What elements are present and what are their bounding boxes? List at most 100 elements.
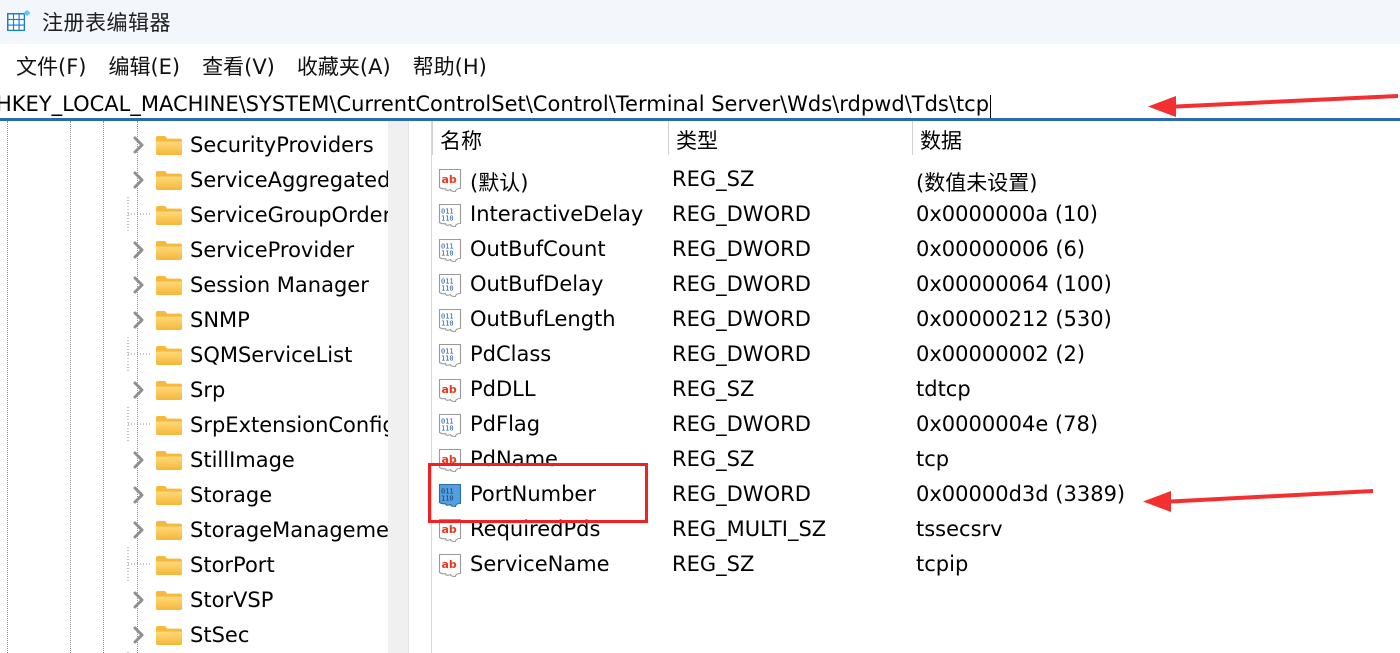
column-header-type[interactable]: 类型	[676, 125, 718, 155]
column-header-data[interactable]: 数据	[920, 125, 962, 155]
tree-item-label: Srp	[190, 377, 226, 402]
column-separator-0[interactable]	[432, 121, 433, 155]
address-input[interactable]: HKEY_LOCAL_MACHINE\SYSTEM\CurrentControl…	[0, 92, 989, 116]
cell-value-type: REG_DWORD	[672, 272, 811, 296]
dword-value-icon: 011 110	[438, 343, 465, 370]
chevron-right-icon[interactable]	[128, 519, 150, 541]
chevron-right-icon[interactable]	[128, 239, 150, 261]
cell-value-type: REG_DWORD	[672, 482, 811, 506]
tree-item-sqmservicelist[interactable]: SQMServiceList	[0, 337, 408, 372]
window-title: 注册表编辑器	[42, 11, 171, 35]
cell-value-type: REG_SZ	[672, 167, 755, 191]
table-row[interactable]: 011 110 OutBufLength REG_DWORD 0x00000212 (5…	[432, 304, 1400, 339]
tree-item-securityproviders[interactable]: SecurityProviders	[0, 127, 408, 162]
table-row[interactable]: 011 110 PdClass REG_DWORD 0x00000002 (2)	[432, 339, 1400, 374]
table-row[interactable]: ab ServiceName REG_SZ tcpip	[432, 549, 1400, 584]
dword-value-icon: 011 110	[438, 308, 465, 335]
tree-item-servicegrouporder[interactable]: ServiceGroupOrder	[0, 197, 408, 232]
pane-splitter[interactable]	[408, 121, 432, 653]
tree-item-storage[interactable]: Storage	[0, 477, 408, 512]
tree-item-storport[interactable]: StorPort	[0, 547, 408, 582]
chevron-right-icon[interactable]	[128, 134, 150, 156]
registry-editor-window: 注册表编辑器 文件(F) 编辑(E) 查看(V) 收藏夹(A) 帮助(H) HK…	[0, 0, 1400, 653]
tree-item-srpextensionconfig[interactable]: SrpExtensionConfig	[0, 407, 408, 442]
table-row[interactable]: ab PdName REG_SZ tcp	[432, 444, 1400, 479]
table-row[interactable]: 011 110 InteractiveDelay REG_DWORD 0x0000000…	[432, 199, 1400, 234]
tree-item-label: StSec	[190, 622, 250, 647]
tree-item-label: ServiceGroupOrder	[190, 202, 392, 227]
tree-item-snmp[interactable]: SNMP	[0, 302, 408, 337]
table-row[interactable]: 011 110 OutBufDelay REG_DWORD 0x00000064 (10…	[432, 269, 1400, 304]
string-value-icon: ab	[438, 168, 465, 195]
svg-text:ab: ab	[442, 453, 457, 466]
cell-value-type: REG_DWORD	[672, 307, 811, 331]
svg-text:110: 110	[441, 425, 454, 433]
cell-value-data: 0x00000002 (2)	[916, 342, 1086, 366]
folder-icon	[155, 554, 183, 576]
tree-item-serviceaggregatedevents[interactable]: ServiceAggregatedEvents	[0, 162, 408, 197]
svg-text:110: 110	[441, 215, 454, 223]
cell-value-data: 0x0000004e (78)	[916, 412, 1099, 436]
cell-value-data: 0x00000006 (6)	[916, 237, 1086, 261]
cell-value-name: InteractiveDelay	[470, 202, 644, 226]
string-value-icon: ab	[438, 378, 465, 405]
tree-item-label: StorVSP	[190, 587, 274, 612]
table-row[interactable]: ab RequiredPds REG_MULTI_SZ tssecsrv	[432, 514, 1400, 549]
table-row[interactable]: ab (默认) REG_SZ (数值未设置)	[432, 164, 1400, 199]
chevron-right-icon[interactable]	[128, 309, 150, 331]
cell-value-name: PdName	[470, 447, 558, 471]
svg-text:ab: ab	[442, 558, 457, 571]
cell-value-data: 0x00000064 (100)	[916, 272, 1112, 296]
registry-tree-pane[interactable]: SecurityProviders ServiceAggregatedEvents…	[0, 121, 408, 653]
cell-value-name: PdClass	[470, 342, 552, 366]
table-row[interactable]: ab PdDLL REG_SZ tdtcp	[432, 374, 1400, 409]
tree-item-label: SrpExtensionConfig	[190, 412, 396, 437]
cell-value-type: REG_DWORD	[672, 202, 811, 226]
svg-text:110: 110	[441, 320, 454, 328]
chevron-right-icon[interactable]	[128, 169, 150, 191]
cell-value-type: REG_MULTI_SZ	[672, 517, 827, 541]
tree-item-srp[interactable]: Srp	[0, 372, 408, 407]
menu-help[interactable]: 帮助(H)	[405, 49, 501, 83]
folder-icon	[155, 274, 183, 296]
tree-item-label: Session Manager	[190, 272, 369, 297]
cell-value-name: PortNumber	[470, 482, 596, 506]
chevron-right-icon[interactable]	[128, 379, 150, 401]
menu-favorites[interactable]: 收藏夹(A)	[289, 49, 405, 83]
tree-item-stillimage[interactable]: StillImage	[0, 442, 408, 477]
tree-item-label: ServiceProvider	[190, 237, 355, 262]
folder-icon	[155, 379, 183, 401]
dword-value-icon: 011 110	[438, 203, 465, 230]
chevron-right-icon[interactable]	[128, 274, 150, 296]
cell-value-name: OutBufCount	[470, 237, 606, 261]
menu-file[interactable]: 文件(F)	[8, 49, 100, 83]
column-header-name[interactable]: 名称	[440, 125, 482, 155]
chevron-right-icon[interactable]	[128, 484, 150, 506]
table-row[interactable]: 011 110 OutBufCount REG_DWORD 0x00000006 (6)	[432, 234, 1400, 269]
registry-values-pane[interactable]: 名称 类型 数据 ab (默认) REG_SZ (数值未设置) 011 110 Intera…	[432, 121, 1400, 653]
svg-text:ab: ab	[442, 523, 457, 536]
string-value-icon: ab	[438, 518, 465, 545]
chevron-right-icon[interactable]	[128, 589, 150, 611]
tree-item-session-manager[interactable]: Session Manager	[0, 267, 408, 302]
tree-item-label: SNMP	[190, 307, 250, 332]
table-row[interactable]: 011 110 PdFlag REG_DWORD 0x0000004e (78)	[432, 409, 1400, 444]
cell-value-data: tcp	[916, 447, 950, 471]
chevron-right-icon[interactable]	[128, 449, 150, 471]
column-separator-2[interactable]	[912, 121, 913, 155]
tree-vertical-scrollbar[interactable]	[388, 121, 408, 653]
column-separator-1[interactable]	[668, 121, 669, 155]
chevron-right-icon[interactable]	[128, 624, 150, 646]
cell-value-data: 0x00000212 (530)	[916, 307, 1112, 331]
table-row[interactable]: 011 110 PortNumber REG_DWORD 0x00000d3d (338…	[432, 479, 1400, 514]
menu-edit[interactable]: 编辑(E)	[100, 49, 194, 83]
menu-view[interactable]: 查看(V)	[194, 49, 289, 83]
tree-item-stsec[interactable]: StSec	[0, 617, 408, 652]
address-bar[interactable]: HKEY_LOCAL_MACHINE\SYSTEM\CurrentControl…	[0, 88, 1400, 120]
tree-scrollbar-thumb[interactable]	[389, 121, 407, 591]
tree-item-serviceprovider[interactable]: ServiceProvider	[0, 232, 408, 267]
tree-connector-line	[127, 197, 150, 232]
tree-item-storvsp[interactable]: StorVSP	[0, 582, 408, 617]
cell-value-type: REG_DWORD	[672, 342, 811, 366]
tree-item-storagemanagement[interactable]: StorageManagement	[0, 512, 408, 547]
